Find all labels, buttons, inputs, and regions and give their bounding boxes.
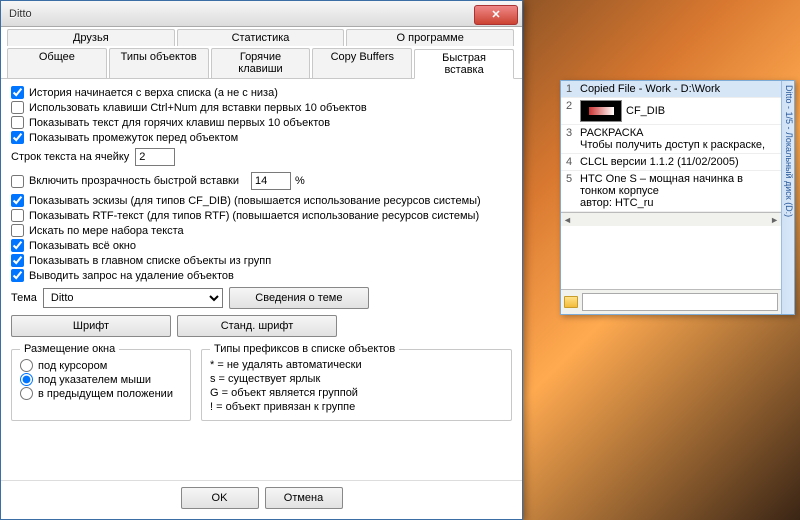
popup-list: 1 Copied File - Work - D:\Work 2 CF_DIB … xyxy=(561,81,781,314)
check-confirm-delete[interactable]: Выводить запрос на удаление объектов xyxy=(11,269,512,282)
close-icon: ✕ xyxy=(491,8,500,21)
check-transparency[interactable]: Включить прозрачность быстрой вставки xyxy=(11,175,239,188)
tab-hotkeys[interactable]: Горячие клавиши xyxy=(211,48,311,78)
popup-sidebar-title[interactable]: Ditto - 1/5 - Локальный диск (D:) xyxy=(781,81,794,314)
tabs-row-1: Друзья Статистика О программе xyxy=(1,27,522,46)
theme-select[interactable]: Ditto xyxy=(43,288,223,308)
tab-about[interactable]: О программе xyxy=(346,29,514,46)
tab-general[interactable]: Общее xyxy=(7,48,107,78)
scroll-right-icon[interactable]: ► xyxy=(770,215,779,225)
check-show-text[interactable]: Показывать текст для горячих клавиш перв… xyxy=(11,116,512,129)
quick-paste-popup: 1 Copied File - Work - D:\Work 2 CF_DIB … xyxy=(560,80,795,315)
check-history-top[interactable]: История начинается с верха списка (а не … xyxy=(11,86,512,99)
default-font-button[interactable]: Станд. шрифт xyxy=(177,315,337,337)
window-title: Ditto xyxy=(1,8,32,20)
radio-cursor[interactable]: под курсором xyxy=(20,359,182,372)
check-thumbs[interactable]: Показывать эскизы (для типов CF_DIB) (по… xyxy=(11,194,512,207)
list-item[interactable]: 2 CF_DIB xyxy=(561,98,781,125)
list-item[interactable]: 1 Copied File - Work - D:\Work xyxy=(561,81,781,98)
tab-content: История начинается с верха списка (а не … xyxy=(1,78,522,480)
close-button[interactable]: ✕ xyxy=(474,5,518,25)
font-button[interactable]: Шрифт xyxy=(11,315,171,337)
check-show-gap[interactable]: Показывать промежуток перед объектом xyxy=(11,131,512,144)
transparency-input[interactable] xyxy=(251,172,291,190)
ditto-settings-dialog: Ditto ✕ Друзья Статистика О программе Об… xyxy=(0,0,523,520)
cancel-button[interactable]: Отмена xyxy=(265,487,343,509)
ok-button[interactable]: OK xyxy=(181,487,259,509)
tab-copy-buffers[interactable]: Copy Buffers xyxy=(312,48,412,78)
check-rtf[interactable]: Показывать RTF-текст (для типов RTF) (по… xyxy=(11,209,512,222)
check-typing-search[interactable]: Искать по мере набора текста xyxy=(11,224,512,237)
folder-icon[interactable] xyxy=(564,296,578,308)
transparency-suffix: % xyxy=(295,175,305,187)
popup-scrollbar[interactable]: ◄ ► xyxy=(561,212,781,226)
search-input[interactable] xyxy=(582,293,778,311)
check-ctrl-num[interactable]: Использовать клавиши Ctrl+Num для вставк… xyxy=(11,101,512,114)
lines-input[interactable] xyxy=(135,148,175,166)
tab-object-types[interactable]: Типы объектов xyxy=(109,48,209,78)
check-show-groups[interactable]: Показывать в главном списке объекты из г… xyxy=(11,254,512,267)
scroll-left-icon[interactable]: ◄ xyxy=(563,215,572,225)
tab-quick-paste[interactable]: Быстрая вставка xyxy=(414,49,514,79)
popup-footer xyxy=(561,289,781,314)
tab-friends[interactable]: Друзья xyxy=(7,29,175,46)
prefix-legend: Типы префиксов в списке объектов xyxy=(210,343,399,355)
theme-label: Тема xyxy=(11,292,37,304)
list-item[interactable]: 4 CLCL версии 1.1.2 (11/02/2005) xyxy=(561,154,781,171)
placement-group: Размещение окна под курсором под указате… xyxy=(11,349,191,421)
radio-mouse[interactable]: под указателем мыши xyxy=(20,373,182,386)
placement-legend: Размещение окна xyxy=(20,343,119,355)
list-item[interactable]: 3 РАСКРАСКА Чтобы получить доступ к раск… xyxy=(561,125,781,154)
prefix-lines: * = не удалять автоматически s = существ… xyxy=(210,358,503,414)
dialog-buttons: OK Отмена xyxy=(1,480,522,519)
titlebar: Ditto ✕ xyxy=(1,1,522,27)
tabs-row-2: Общее Типы объектов Горячие клавиши Copy… xyxy=(1,46,522,78)
list-item[interactable]: 5 HTC One S – мощная начинка в тонком ко… xyxy=(561,171,781,212)
radio-previous[interactable]: в предыдущем положении xyxy=(20,387,182,400)
theme-info-button[interactable]: Сведения о теме xyxy=(229,287,369,309)
prefix-group: Типы префиксов в списке объектов * = не … xyxy=(201,349,512,421)
thumbnail-icon xyxy=(580,100,622,122)
lines-label: Строк текста на ячейку xyxy=(11,151,129,163)
check-show-window[interactable]: Показывать всё окно xyxy=(11,239,512,252)
tab-stats[interactable]: Статистика xyxy=(177,29,345,46)
